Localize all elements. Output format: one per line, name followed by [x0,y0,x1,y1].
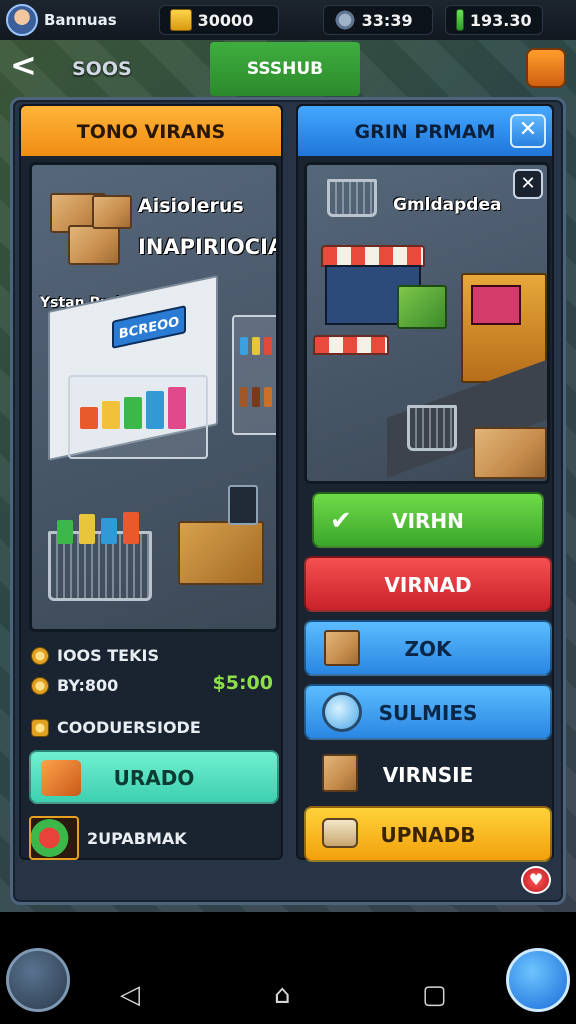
gold-value: 30000 [197,10,254,30]
box-icon [322,754,358,792]
gears-value: 33:39 [361,10,413,30]
gold-icon [169,9,192,31]
art-title-2: INAPIRIOCIA [138,235,279,259]
upgrade-button[interactable]: URADO [29,750,279,804]
stat-row-1: IOOS TEKIS [31,646,159,665]
crate-icon [68,225,120,265]
stat-label-1: IOOS TEKIS [57,646,159,665]
status-bar: Bannuas 30000 33:39 193.30 [0,0,576,40]
coin-icon [31,646,49,665]
crate-icon [92,195,132,229]
price-label: $5:00 [212,672,273,694]
extra-item-label: 2UPABMAK [87,828,187,848]
gem-icon [455,9,464,31]
stall-awning [321,245,425,267]
yellow-button-label: UPNADB [380,823,476,847]
player-name: Bannuas [44,11,117,29]
blue-button-1-label: ZOK [404,637,452,661]
coin-icon [31,676,49,695]
breadcrumb[interactable]: SOOS [72,58,132,80]
wooden-cart-icon [178,521,264,585]
gold-counter[interactable]: 30000 [158,5,279,35]
shopping-cart-icon [48,512,152,601]
register-icon [228,485,258,525]
produce-icon [29,816,79,860]
store-illustration: Aisiolerus INAPIRIOCIA Ystan Prahese BCR… [29,162,279,632]
heart-icon[interactable]: ♥ [521,866,551,894]
hint-bulb-icon[interactable] [506,948,570,1012]
plain-item-label: VIRNSIE [382,763,474,787]
close-icon[interactable]: ✕ [510,114,546,148]
blue-button-2[interactable]: SULMIES [304,684,552,740]
nav-home-icon[interactable]: ⌂ [274,980,291,1010]
back-button[interactable]: < [10,49,44,84]
nav-back-icon[interactable]: ◁ [120,980,140,1010]
produce-shelf [68,375,208,459]
check-icon: ✔ [330,506,352,536]
gems-counter[interactable]: 193.30 [444,5,543,35]
ticket-icon [31,718,49,737]
crate-icon [324,630,360,666]
plain-item[interactable]: VIRNSIE [304,748,552,804]
tab-center[interactable]: SSSHUB [210,42,360,96]
market-illustration: ✕ Gmldapdea [304,162,550,484]
shop-cart-icon[interactable] [526,48,566,88]
home-store-icon[interactable] [6,948,70,1012]
nav-row: < SOOS SSSHUB [0,40,576,96]
gears-counter[interactable]: 33:39 [322,5,433,35]
red-button-label: VIRNAD [384,573,472,597]
green-button[interactable]: ✔ VIRHN [312,492,544,548]
nav-recents-icon[interactable]: ▢ [422,980,447,1010]
extra-item-row[interactable]: 2UPABMAK [29,816,187,860]
right-panel: GRIN PRMAM ✕ ✕ Gmldapdea ✔ VIRHN VIRNAD [296,104,554,862]
crate-icon [41,760,81,796]
blue-button-2-label: SULMIES [378,701,478,725]
section-label-row: COODUERSIODE [31,718,201,737]
market-title: Gmldapdea [393,195,502,215]
player-avatar[interactable] [6,4,38,36]
yellow-button[interactable]: UPNADB [304,806,552,862]
basket-icon [327,179,377,217]
stat-row-2: BY:800 [31,676,118,695]
magnifier-icon [322,692,362,732]
upgrade-button-label: URADO [113,766,195,790]
art-title-1: Aisiolerus [138,195,244,217]
red-button[interactable]: VIRNAD [304,556,552,612]
crate-icon [473,427,547,479]
right-panel-title: GRIN PRMAM [354,121,496,143]
right-panel-header: GRIN PRMAM ✕ [298,106,552,156]
green-button-label: VIRHN [392,509,464,533]
section-label: COODUERSIODE [57,718,201,737]
stall-awning [313,335,389,355]
blue-button-1[interactable]: ZOK [304,620,552,676]
left-panel: TONO VIRANS Aisiolerus INAPIRIOCIA Ystan… [19,104,283,860]
gems-value: 193.30 [469,10,532,30]
stat-label-2: BY:800 [57,676,119,695]
system-nav-bar: ◁ ⌂ ▢ [0,912,576,1024]
ticket-icon [322,818,358,848]
store-dialog: TONO VIRANS Aisiolerus INAPIRIOCIA Ystan… [10,97,566,905]
left-panel-header: TONO VIRANS [21,106,281,156]
gears-icon [333,9,356,31]
produce-crate-icon [397,285,447,329]
bottle-shelf [232,315,276,435]
close-icon[interactable]: ✕ [513,169,543,199]
shopping-cart-icon [407,405,457,451]
